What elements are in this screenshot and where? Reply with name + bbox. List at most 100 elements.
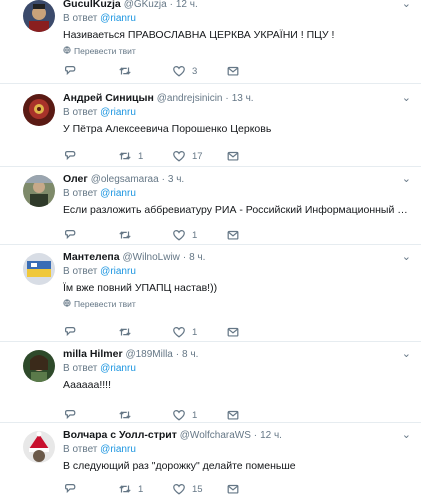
timestamp[interactable]: 12 ч. <box>260 430 282 441</box>
avatar[interactable] <box>23 0 55 32</box>
replies-feed: GuculKuzja @GKuzja · 12 ч. ⌄ В ответ @ri… <box>0 0 421 500</box>
user-handle[interactable]: @WilnoLwiw <box>123 252 180 263</box>
display-name[interactable]: Мантелепа <box>63 251 120 263</box>
envelope-icon <box>226 325 240 339</box>
chevron-down-icon[interactable]: ⌄ <box>402 90 411 106</box>
display-name[interactable]: milla Hilmer <box>63 348 123 360</box>
tweet-text: Називаеться ПРАВОСЛАВНА ЦЕРКВА УКРАЇНИ !… <box>63 29 335 41</box>
direct-message-button[interactable] <box>226 148 240 164</box>
avatar[interactable] <box>23 175 55 207</box>
reply-context: В ответ @rianru <box>63 443 413 457</box>
reply-prefix: В ответ <box>63 363 98 374</box>
retweet-button[interactable] <box>118 227 138 243</box>
reply-button[interactable] <box>63 407 83 423</box>
separator-dot: · <box>175 349 180 360</box>
tweet-text: Если разложить аббревиатуру РИА - Россий… <box>63 204 408 216</box>
separator-dot: · <box>161 174 165 185</box>
direct-message-button[interactable] <box>226 481 240 497</box>
retweet-button[interactable] <box>118 324 138 340</box>
like-button[interactable]: 1 <box>172 407 197 423</box>
reply-button[interactable] <box>63 63 83 79</box>
tweet[interactable]: GuculKuzja @GKuzja · 12 ч. ⌄ В ответ @ri… <box>0 0 421 84</box>
direct-message-button[interactable] <box>226 407 240 423</box>
translate-label[interactable]: Перевести твит <box>74 298 136 310</box>
translate-tweet-link[interactable]: Перевести твит <box>63 45 413 57</box>
direct-message-button[interactable] <box>226 227 240 243</box>
timestamp[interactable]: 8 ч. <box>182 349 198 360</box>
avatar[interactable] <box>23 431 55 463</box>
tweet[interactable]: Олег @olegsamaraa · 3 ч. ⌄ В ответ @rian… <box>0 167 421 245</box>
display-name[interactable]: GuculKuzja <box>63 0 121 10</box>
retweet-button[interactable]: 1 <box>118 148 143 164</box>
translate-label[interactable]: Перевести твит <box>74 45 136 57</box>
like-button[interactable]: 3 <box>172 63 197 79</box>
retweet-icon <box>118 482 132 496</box>
retweet-icon <box>118 64 132 78</box>
mention-link[interactable]: @rianru <box>100 107 136 118</box>
tweet-actions: 1 <box>63 407 263 423</box>
like-count: 17 <box>192 150 203 162</box>
heart-icon <box>172 408 186 422</box>
avatar[interactable] <box>23 94 55 126</box>
heart-icon <box>172 228 186 242</box>
tweet-text: Аааааа!!!! <box>63 379 111 391</box>
tweet-header: Мантелепа @WilnoLwiw · 8 ч. <box>63 249 413 265</box>
globe-icon <box>63 298 71 310</box>
tweet-header: GuculKuzja @GKuzja · 12 ч. <box>63 0 413 12</box>
user-handle[interactable]: @GKuzja <box>124 0 167 10</box>
reply-button[interactable] <box>63 148 83 164</box>
direct-message-button[interactable] <box>226 324 240 340</box>
reply-button[interactable] <box>63 324 83 340</box>
tweet-actions: 1 <box>63 227 263 243</box>
like-button[interactable]: 17 <box>172 148 203 164</box>
avatar[interactable] <box>23 253 55 285</box>
reply-prefix: В ответ <box>63 107 98 118</box>
mention-link[interactable]: @rianru <box>100 444 136 455</box>
retweet-button[interactable] <box>118 63 138 79</box>
timestamp[interactable]: 13 ч. <box>232 93 254 104</box>
tweet-header: Олег @olegsamaraa · 3 ч. <box>63 171 413 187</box>
translate-tweet-link[interactable]: Перевести твит <box>63 298 413 310</box>
timestamp[interactable]: 8 ч. <box>189 252 205 263</box>
timestamp[interactable]: 12 ч. <box>176 0 198 10</box>
display-name[interactable]: Волчара с Уолл-стрит <box>63 429 177 441</box>
user-handle[interactable]: @WolfcharaWS <box>180 430 251 441</box>
reply-context: В ответ @rianru <box>63 265 413 279</box>
heart-icon <box>172 482 186 496</box>
chevron-down-icon[interactable]: ⌄ <box>402 249 411 265</box>
like-button[interactable]: 15 <box>172 481 203 497</box>
user-handle[interactable]: @olegsamaraa <box>91 174 159 185</box>
like-count: 3 <box>192 65 198 77</box>
reply-prefix: В ответ <box>63 13 98 24</box>
mention-link[interactable]: @rianru <box>100 13 136 24</box>
avatar[interactable] <box>23 350 55 382</box>
envelope-icon <box>226 408 240 422</box>
display-name[interactable]: Олег <box>63 173 88 185</box>
mention-link[interactable]: @rianru <box>100 363 136 374</box>
tweet[interactable]: Андрей Синицын @andrejsinicin · 13 ч. ⌄ … <box>0 84 421 167</box>
chevron-down-icon[interactable]: ⌄ <box>402 171 411 187</box>
user-handle[interactable]: @189Milla <box>125 349 172 360</box>
tweet[interactable]: milla Hilmer @189Milla · 8 ч. ⌄ В ответ … <box>0 342 421 423</box>
separator-dot: · <box>253 430 258 441</box>
retweet-count: 1 <box>138 150 144 162</box>
reply-button[interactable] <box>63 481 83 497</box>
reply-context: В ответ @rianru <box>63 12 413 26</box>
chevron-down-icon[interactable]: ⌄ <box>402 346 411 362</box>
retweet-button[interactable]: 1 <box>118 481 143 497</box>
tweet[interactable]: Мантелепа @WilnoLwiw · 8 ч. ⌄ В ответ @r… <box>0 245 421 342</box>
like-button[interactable]: 1 <box>172 324 197 340</box>
timestamp[interactable]: 3 ч. <box>168 174 184 185</box>
retweet-button[interactable] <box>118 407 138 423</box>
like-button[interactable]: 1 <box>172 227 197 243</box>
chevron-down-icon[interactable]: ⌄ <box>402 0 411 12</box>
mention-link[interactable]: @rianru <box>100 188 136 199</box>
direct-message-button[interactable] <box>226 63 240 79</box>
chevron-down-icon[interactable]: ⌄ <box>402 427 411 443</box>
mention-link[interactable]: @rianru <box>100 266 136 277</box>
tweet-text: В следующий раз "дорожку" делайте помень… <box>63 460 296 472</box>
reply-button[interactable] <box>63 227 83 243</box>
tweet[interactable]: Волчара с Уолл-стрит @WolfcharaWS · 12 ч… <box>0 423 421 500</box>
user-handle[interactable]: @andrejsinicin <box>157 93 223 104</box>
display-name[interactable]: Андрей Синицын <box>63 92 154 104</box>
